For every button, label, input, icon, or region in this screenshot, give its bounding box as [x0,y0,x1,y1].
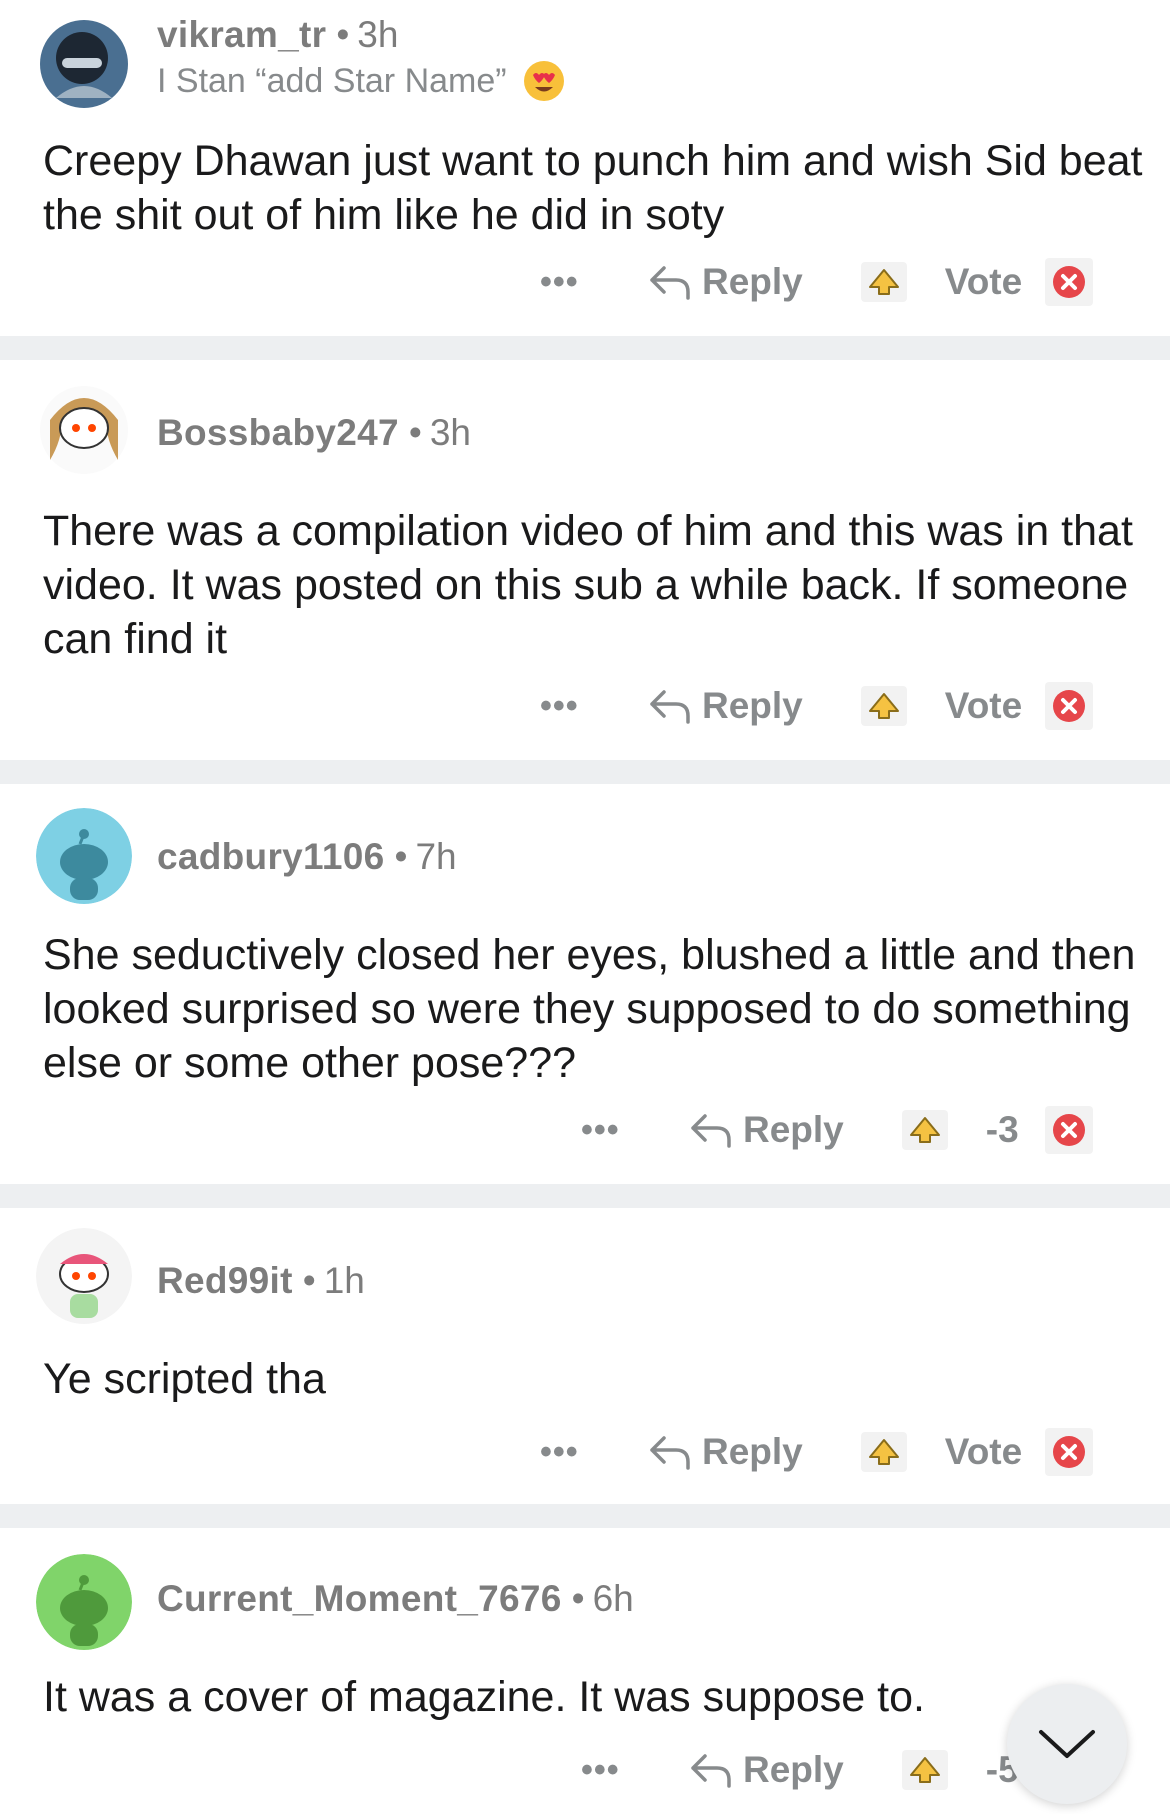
comment-4: Red99it • 1h Ye scripted tha ••• Reply Vot… [0,1208,1170,1504]
upvote-button[interactable] [901,1750,948,1790]
upvote-button[interactable] [860,686,907,726]
username[interactable]: vikram_tr [157,14,326,55]
upvote-award-icon [909,1117,940,1143]
downvote-button[interactable] [1044,682,1093,730]
comment-body: There was a compilation video of him and… [43,507,1133,663]
comment-meta: Red99it • 1h [157,1260,365,1302]
reply-label: Reply [702,261,803,302]
upvote-button[interactable] [901,1110,948,1150]
reply-arrow-icon [650,1436,690,1470]
username[interactable]: Current_Moment_7676 [157,1578,562,1619]
reply-label: Reply [743,1109,844,1150]
avatar[interactable] [36,1228,132,1324]
comment-meta: cadbury1106 • 7h [157,836,457,878]
downvote-button[interactable] [1044,1428,1093,1476]
username[interactable]: cadbury1106 [157,836,385,877]
comment-body: It was a cover of magazine. It was suppo… [43,1673,925,1721]
comment-separator [0,336,1170,360]
user-flair: I Stan “add Star Name” [157,60,565,102]
comment-3: cadbury1106 • 7h She seductively closed he… [0,784,1170,1184]
reply-arrow-icon [691,1114,731,1148]
vote-score: Vote [944,1431,1023,1472]
comment-body: She seductively closed her eyes, blushed… [43,931,1136,1087]
more-options-button[interactable]: ••• [540,687,604,726]
upvote-award-icon [868,1439,899,1465]
comment-separator [0,760,1170,784]
avatar[interactable] [36,14,132,110]
comment-time: 6h [592,1578,634,1619]
chevron-down-icon [1039,1730,1095,1758]
avatar[interactable] [36,380,132,476]
vote-score: -3 [985,1109,1019,1150]
username[interactable]: Red99it [157,1260,293,1301]
comment-meta: vikram_tr • 3h [157,14,398,56]
comment-body: Ye scripted tha [43,1355,326,1403]
comment-time: 1h [323,1260,365,1301]
reply-label: Reply [743,1749,844,1790]
comment-actions: ••• Reply -5 [581,1740,1027,1800]
reply-button[interactable]: Reply [648,685,803,727]
reply-arrow-icon [650,690,690,724]
time-separator: • [336,14,350,55]
comment-separator [0,1504,1170,1528]
comment-actions: ••• Reply -3 [581,1100,1093,1160]
scroll-down-button[interactable] [1007,1684,1127,1804]
comment-actions: ••• Reply Vote [540,1422,1093,1482]
upvote-button[interactable] [860,1432,907,1472]
comment-body: Creepy Dhawan just want to punch him and… [43,137,1143,239]
time-separator: • [302,1260,316,1301]
time-separator: • [394,836,408,877]
vote-score: Vote [944,261,1023,302]
comment-separator [0,1184,1170,1208]
more-options-button[interactable]: ••• [540,1433,604,1472]
comment-5: Current_Moment_7676 • 6h It was a cover of… [0,1528,1170,1814]
comment-time: 7h [415,836,457,877]
reply-label: Reply [702,1431,803,1472]
more-options-button[interactable]: ••• [540,263,604,302]
upvote-award-icon [909,1757,940,1783]
reply-button[interactable]: Reply [689,1749,844,1791]
vote-score: Vote [944,685,1023,726]
more-options-button[interactable]: ••• [581,1111,645,1150]
reply-button[interactable]: Reply [648,261,803,303]
comment-2: Bossbaby247 • 3h There was a compilation v… [0,360,1170,760]
avatar[interactable] [36,808,132,904]
downvote-x-icon [1052,1114,1085,1146]
downvote-x-icon [1052,266,1085,298]
reply-arrow-icon [691,1754,731,1788]
downvote-x-icon [1052,1436,1085,1468]
reply-label: Reply [702,685,803,726]
comment-meta: Bossbaby247 • 3h [157,412,471,454]
reply-button[interactable]: Reply [689,1109,844,1151]
time-separator: • [571,1578,585,1619]
reply-button[interactable]: Reply [648,1431,803,1473]
downvote-button[interactable] [1044,1106,1093,1154]
comment-time: 3h [429,412,471,453]
upvote-button[interactable] [860,262,907,302]
comment-time: 3h [357,14,399,55]
upvote-award-icon [868,269,899,295]
flair-text: I Stan “add Star Name” [157,61,507,100]
comment-1: vikram_tr • 3h I Stan “add Star Name” Cree… [0,0,1170,336]
username[interactable]: Bossbaby247 [157,412,399,453]
time-separator: • [408,412,422,453]
heart-eyes-emoji-icon [523,61,564,101]
comment-meta: Current_Moment_7676 • 6h [157,1578,634,1620]
downvote-button[interactable] [1044,258,1093,306]
more-options-button[interactable]: ••• [581,1751,645,1790]
reply-arrow-icon [650,266,690,300]
comment-actions: ••• Reply Vote [540,252,1093,312]
downvote-x-icon [1052,690,1085,722]
comment-actions: ••• Reply Vote [540,676,1093,736]
upvote-award-icon [868,693,899,719]
avatar[interactable] [36,1554,132,1650]
